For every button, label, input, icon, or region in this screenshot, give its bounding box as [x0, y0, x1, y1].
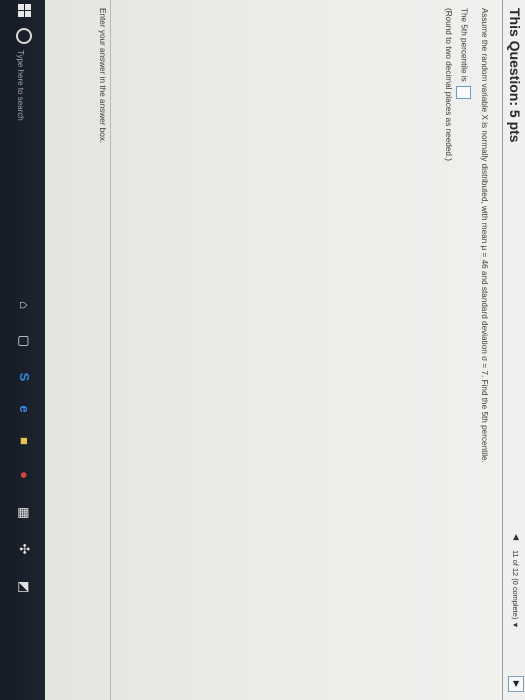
question-page: This Question: 5 pts ◀ 11 of 12 (0 compl…: [45, 0, 525, 700]
store-icon[interactable]: ▦: [15, 504, 33, 522]
help-text: Enter your answer in the answer box.: [98, 8, 107, 144]
answer-prefix: The 5th percentile is: [459, 8, 469, 82]
question-progress-label: 11 of 12 (0 complete): [511, 550, 520, 620]
edge-icon[interactable]: e: [15, 400, 33, 418]
microphone-icon[interactable]: ⌂: [15, 296, 33, 314]
rounding-note: (Round to two decimal places as needed.): [444, 8, 453, 161]
windows-start-icon[interactable]: [17, 4, 31, 18]
settings-icon[interactable]: ✣: [15, 540, 33, 558]
photo-frame: This Question: 5 pts ◀ 11 of 12 (0 compl…: [0, 0, 525, 700]
chevron-down-icon: ▼: [511, 621, 520, 629]
previous-question-button[interactable]: ◀: [512, 534, 521, 540]
skype-icon[interactable]: S: [15, 368, 33, 386]
header-divider: [502, 0, 503, 700]
footer-divider: [110, 0, 111, 700]
question-title: This Question: 5 pts: [507, 8, 523, 143]
screen: This Question: 5 pts ◀ 11 of 12 (0 compl…: [0, 0, 525, 700]
chrome-icon[interactable]: ●: [15, 466, 33, 484]
question-progress[interactable]: 11 of 12 (0 complete) ▼: [511, 550, 520, 629]
taskbar: Type here to search ⌂ ▢ S e ■ ● ▦ ✣ ◩: [0, 0, 45, 700]
taskbar-search-input[interactable]: Type here to search: [10, 50, 30, 121]
search-icon[interactable]: [16, 28, 32, 44]
answer-row: The 5th percentile is: [456, 8, 471, 100]
task-view-icon[interactable]: ▢: [15, 332, 33, 350]
question-text: Assume the random variable X is normally…: [480, 8, 489, 463]
photos-icon[interactable]: ◩: [15, 578, 33, 596]
next-question-button[interactable]: ▶: [508, 676, 524, 692]
file-explorer-icon[interactable]: ■: [15, 432, 33, 450]
answer-input[interactable]: [456, 86, 471, 100]
